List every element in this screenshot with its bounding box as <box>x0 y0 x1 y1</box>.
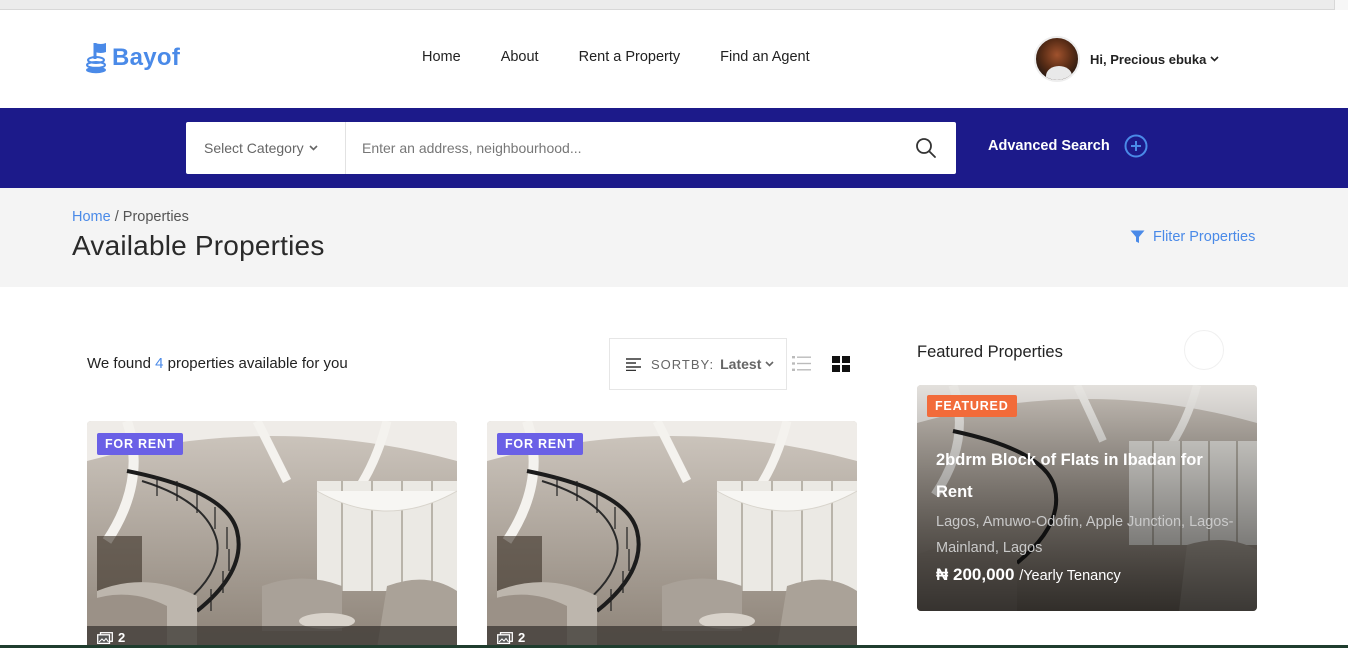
advanced-search-button[interactable]: Advanced Search <box>988 134 1148 158</box>
sort-dropdown[interactable]: SORTBY: Latest <box>609 338 787 390</box>
site-header: Bayof Home About Rent a Property Find an… <box>0 10 1348 108</box>
gallery-icon <box>497 631 513 644</box>
breadcrumb-home[interactable]: Home <box>72 209 111 225</box>
nav-home[interactable]: Home <box>422 49 461 65</box>
featured-price: ₦ 200,000 /Yearly Tenancy <box>936 565 1121 585</box>
search-band: Select Category Advanced Search <box>0 108 1348 188</box>
category-label: Select Category <box>204 140 304 156</box>
main-nav: Home About Rent a Property Find an Agent <box>422 49 850 65</box>
user-menu[interactable]: Hi, Precious ebuka <box>1034 36 1219 82</box>
photo-count: 2 <box>97 630 125 645</box>
results-suffix: properties available for you <box>167 355 348 372</box>
logo-icon <box>86 43 106 74</box>
nav-find-an-agent[interactable]: Find an Agent <box>720 49 810 65</box>
filter-label: Fliter Properties <box>1153 229 1256 245</box>
search-button[interactable] <box>896 122 956 174</box>
featured-location: Lagos, Amuwo-Odofin, Apple Junction, Lag… <box>936 514 1234 556</box>
plus-circle-icon <box>1124 134 1148 158</box>
avatar[interactable] <box>1034 36 1080 82</box>
property-card[interactable]: FOR RENT 2 <box>87 421 457 648</box>
page-title: Available Properties <box>72 230 325 261</box>
search-icon <box>916 138 936 158</box>
for-rent-badge: FOR RENT <box>497 433 584 455</box>
category-select[interactable]: Select Category <box>186 122 346 174</box>
photo-count-value: 2 <box>518 630 526 645</box>
sort-label: SORTBY: <box>651 356 715 372</box>
photo-count-value: 2 <box>118 630 126 645</box>
nav-about[interactable]: About <box>501 49 539 65</box>
browser-top-strip <box>0 0 1348 10</box>
featured-badge: FEATURED <box>927 395 1017 417</box>
featured-title[interactable]: 2bdrm Block of Flats in Ibadan for Rent <box>936 444 1236 508</box>
search-box: Select Category <box>186 122 956 174</box>
property-photo[interactable] <box>87 421 457 648</box>
featured-property-card[interactable]: FEATURED 2bdrm Block of Flats in Ibadan … <box>917 385 1257 611</box>
filter-icon <box>1130 230 1145 243</box>
breadcrumb: Home / Properties <box>72 209 189 225</box>
logo-text: Bayof <box>112 44 181 71</box>
chevron-down-icon <box>309 145 318 151</box>
page-title-bar: Home / Properties Available Properties F… <box>0 188 1348 287</box>
featured-price-amount: ₦ 200,000 <box>936 565 1015 584</box>
results-count: 4 <box>155 355 164 372</box>
chevron-down-icon[interactable] <box>1210 56 1219 62</box>
for-rent-badge: FOR RENT <box>97 433 184 455</box>
filter-properties-button[interactable]: Fliter Properties <box>1130 229 1255 245</box>
advanced-search-label: Advanced Search <box>988 138 1110 154</box>
browser-strip-end <box>1334 0 1348 10</box>
photo-count: 2 <box>497 630 525 645</box>
chevron-down-icon <box>765 361 774 367</box>
property-photo[interactable] <box>487 421 857 648</box>
scroll-top-circle[interactable] <box>1184 330 1224 370</box>
user-greeting[interactable]: Hi, Precious ebuka <box>1090 52 1206 67</box>
featured-price-period: /Yearly Tenancy <box>1019 568 1121 584</box>
grid-view-icon[interactable] <box>832 356 850 372</box>
gallery-icon <box>97 631 113 644</box>
featured-heading: Featured Properties <box>917 343 1063 361</box>
results-prefix: We found <box>87 355 151 372</box>
search-input[interactable] <box>346 122 896 174</box>
breadcrumb-separator: / <box>114 209 119 225</box>
sort-lines-icon <box>626 357 641 371</box>
property-card[interactable]: FOR RENT 2 <box>487 421 857 648</box>
results-summary: We found 4 properties available for you <box>87 355 348 372</box>
breadcrumb-current: Properties <box>122 209 189 225</box>
list-view-icon[interactable] <box>792 355 811 372</box>
logo[interactable]: Bayof <box>86 41 180 75</box>
sort-value: Latest <box>720 356 762 372</box>
nav-rent-a-property[interactable]: Rent a Property <box>579 49 681 65</box>
